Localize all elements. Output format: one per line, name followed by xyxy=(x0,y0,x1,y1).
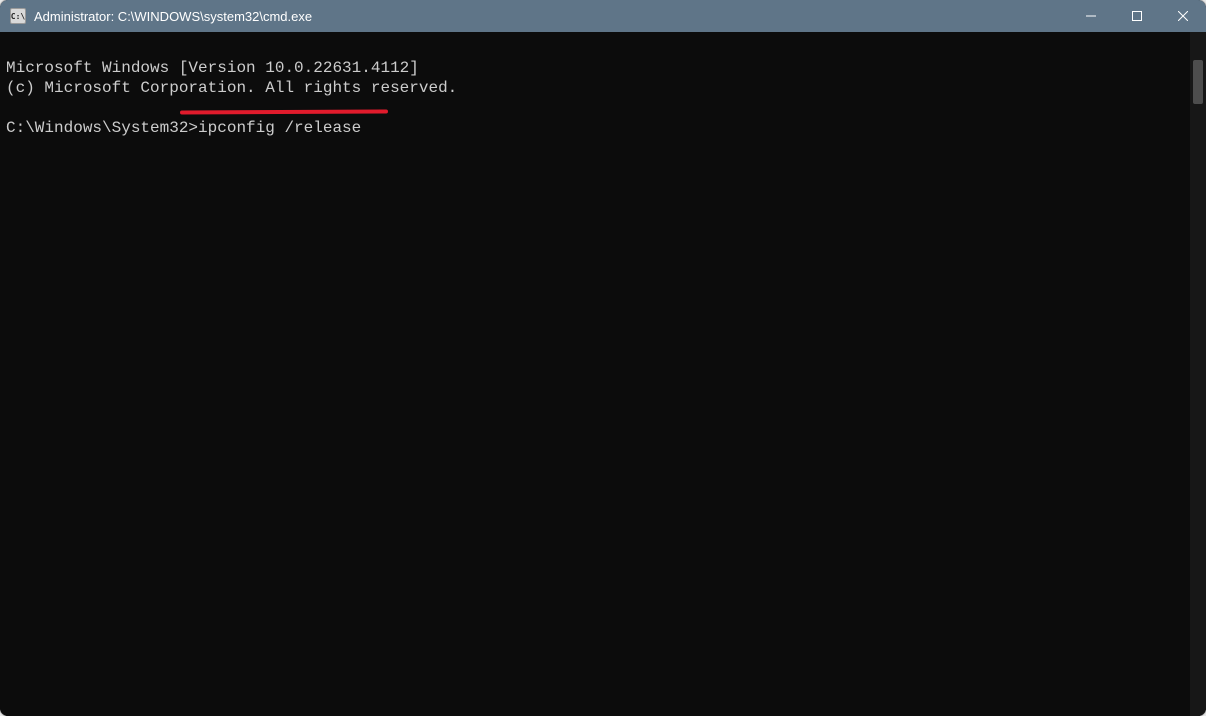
close-button[interactable] xyxy=(1160,0,1206,32)
typed-command: ipconfig /release xyxy=(198,119,361,137)
terminal-area: Microsoft Windows [Version 10.0.22631.41… xyxy=(0,32,1206,716)
window-title: Administrator: C:\WINDOWS\system32\cmd.e… xyxy=(34,9,312,24)
prompt-path: C:\Windows\System32> xyxy=(6,119,198,137)
titlebar[interactable]: C:\ Administrator: C:\WINDOWS\system32\c… xyxy=(0,0,1206,32)
vertical-scrollbar[interactable] xyxy=(1190,32,1206,716)
terminal-output[interactable]: Microsoft Windows [Version 10.0.22631.41… xyxy=(0,32,1190,716)
cmd-window: C:\ Administrator: C:\WINDOWS\system32\c… xyxy=(0,0,1206,716)
red-underline-annotation xyxy=(180,109,388,114)
version-line: Microsoft Windows [Version 10.0.22631.41… xyxy=(6,59,419,77)
prompt-line: C:\Windows\System32>ipconfig /release xyxy=(6,119,361,137)
cmd-app-icon: C:\ xyxy=(10,8,26,24)
maximize-button[interactable] xyxy=(1114,0,1160,32)
window-controls xyxy=(1068,0,1206,32)
minimize-button[interactable] xyxy=(1068,0,1114,32)
scrollbar-thumb[interactable] xyxy=(1193,60,1203,104)
copyright-line: (c) Microsoft Corporation. All rights re… xyxy=(6,79,457,97)
